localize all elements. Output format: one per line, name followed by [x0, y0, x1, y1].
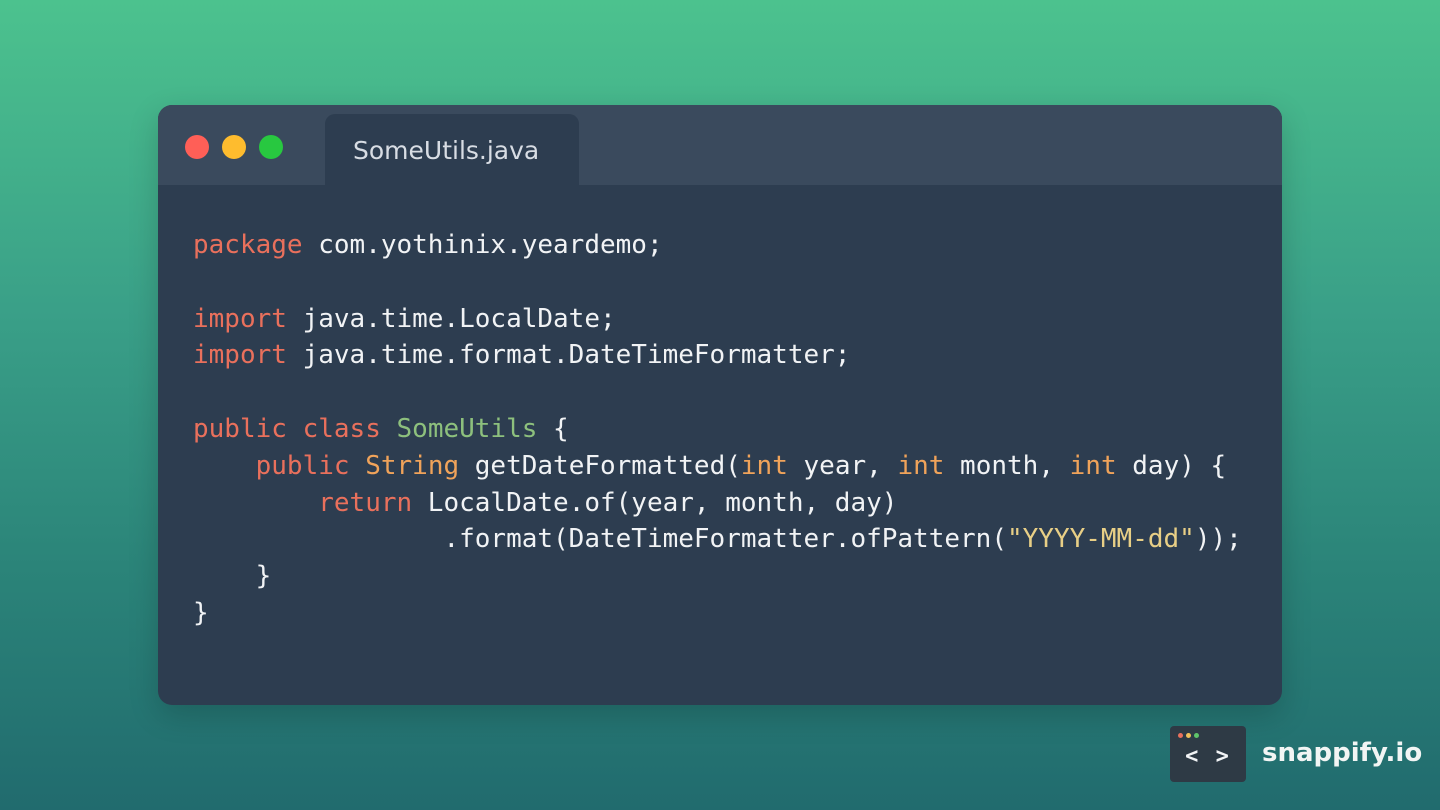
string-token: "YYYY-MM-dd": [1006, 524, 1195, 555]
type-token: String: [365, 450, 460, 481]
code-line: import java.time.format.DateTimeFormatte…: [193, 337, 1242, 374]
code-line: }: [193, 558, 1242, 595]
code-line: return LocalDate.of(year, month, day): [193, 485, 1242, 522]
close-window-dot[interactable]: [185, 135, 209, 159]
code-text-token: java.time.format.DateTimeFormatter;: [286, 340, 851, 371]
keyword-token: public: [193, 413, 287, 444]
code-line: public class SomeUtils {: [193, 411, 1242, 448]
type-token: int: [897, 450, 945, 481]
keyword-token: class: [302, 413, 381, 444]
snappify-logo-icon: < >: [1170, 726, 1246, 782]
code-line: .format(DateTimeFormatter.ofPattern("YYY…: [193, 521, 1242, 558]
code-text-token: year,: [787, 450, 898, 481]
code-text-token: month,: [944, 450, 1070, 481]
code-window: SomeUtils.java package com.yothinix.year…: [158, 105, 1282, 705]
keyword-token: public: [255, 450, 350, 481]
type-token: int: [1069, 450, 1117, 481]
keyword-token: import: [193, 340, 287, 371]
code-text-token: ));: [1194, 524, 1242, 555]
code-text-token: }: [193, 597, 209, 628]
code-text-token: day) {: [1116, 450, 1227, 481]
logo-dot-1: [1178, 733, 1183, 738]
code-text-token: }: [193, 561, 272, 592]
maximize-window-dot[interactable]: [259, 135, 283, 159]
code-text-token: com.yothinix.yeardemo;: [302, 230, 663, 260]
code-line: package com.yothinix.yeardemo;: [193, 227, 1242, 264]
code-text-token: LocalDate.of(year, month, day): [412, 487, 898, 518]
minimize-window-dot[interactable]: [222, 135, 246, 159]
code-text-token: java.time.LocalDate;: [286, 303, 616, 334]
logo-dot-2: [1186, 733, 1191, 738]
type-token: int: [740, 450, 788, 481]
code-text-token: getDateFormatted(: [459, 450, 741, 481]
brand-name: snappify.io: [1262, 738, 1423, 768]
code-text-token: .format(DateTimeFormatter.ofPattern(: [193, 524, 1007, 555]
keyword-token: return: [318, 487, 413, 518]
window-titlebar: SomeUtils.java: [158, 105, 1282, 185]
class-name-token: SomeUtils: [396, 413, 538, 444]
keyword-token: import: [193, 303, 287, 334]
file-tab[interactable]: SomeUtils.java: [325, 114, 579, 185]
file-tab-label: SomeUtils.java: [353, 136, 540, 165]
code-line: }: [193, 595, 1242, 632]
code-brackets-icon: < >: [1185, 744, 1231, 769]
keyword-token: package: [193, 230, 303, 260]
code-text-token: {: [537, 413, 569, 444]
code-line: public String getDateFormatted(int year,…: [193, 448, 1242, 485]
logo-dot-3: [1194, 733, 1199, 738]
code-line: import java.time.LocalDate;: [193, 301, 1242, 338]
code-editor: package com.yothinix.yeardemo; import ja…: [193, 227, 1242, 632]
